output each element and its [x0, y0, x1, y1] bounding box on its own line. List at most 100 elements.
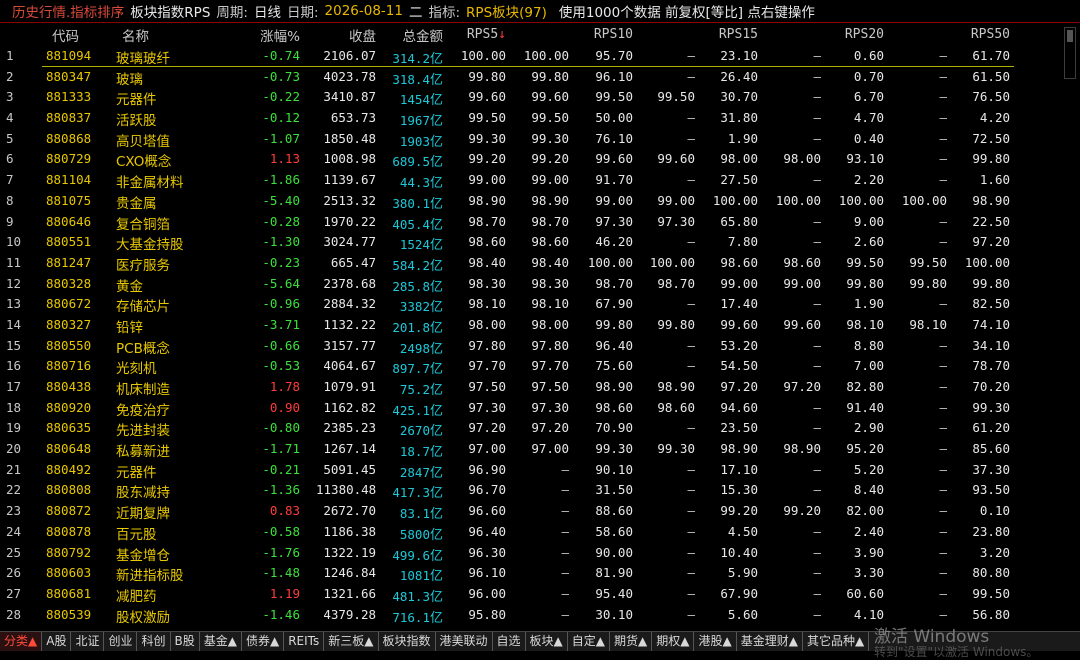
sector-name[interactable]: 大基金持股: [116, 233, 184, 253]
sector-code[interactable]: 881075: [46, 193, 91, 208]
table-row[interactable]: 11 881247 医疗服务 -0.23 665.47 584.2亿 98.40 98.40 1…: [0, 253, 1080, 274]
tab-11[interactable]: 港美联动: [436, 632, 493, 651]
sector-code[interactable]: 881333: [46, 89, 91, 104]
sector-name[interactable]: 机床制造: [116, 378, 170, 398]
sector-name[interactable]: 存储芯片: [116, 295, 170, 315]
table-row[interactable]: 23 880872 近期复牌 0.83 2672.70 83.1亿 96.60 — 88.60 —…: [0, 501, 1080, 522]
sector-name[interactable]: 免疫治疗: [116, 399, 170, 419]
tab-4[interactable]: 科创: [137, 632, 171, 651]
sector-code[interactable]: 881094: [46, 48, 91, 63]
sector-code[interactable]: 881104: [46, 172, 91, 187]
tab-2[interactable]: 北证: [71, 632, 105, 651]
sector-code[interactable]: 880716: [46, 358, 91, 373]
sector-code[interactable]: 880868: [46, 131, 91, 146]
sector-code[interactable]: 880672: [46, 296, 91, 311]
table-row[interactable]: 5 880868 高贝塔值 -1.07 1850.48 1903亿 99.30 99.30 76…: [0, 129, 1080, 150]
sector-name[interactable]: 高贝塔值: [116, 130, 170, 150]
sector-name[interactable]: 铅锌: [116, 316, 143, 336]
sector-name[interactable]: 黄金: [116, 275, 143, 295]
tab-0[interactable]: 分类▲: [0, 632, 43, 651]
sector-code[interactable]: 880920: [46, 400, 91, 415]
table-row[interactable]: 7 881104 非金属材料 -1.86 1139.67 44.3亿 99.00 99.00 9…: [0, 170, 1080, 191]
sector-code[interactable]: 880878: [46, 524, 91, 539]
sector-code[interactable]: 880328: [46, 276, 91, 291]
sector-name[interactable]: 先进封装: [116, 419, 170, 439]
sector-code[interactable]: 880492: [46, 462, 91, 477]
tab-6[interactable]: 基金▲: [200, 632, 242, 651]
table-row[interactable]: 25 880792 基金增仓 -1.76 1322.19 499.6亿 96.30 — 90.0…: [0, 543, 1080, 564]
period-value[interactable]: 日线: [254, 1, 281, 21]
tab-19[interactable]: 其它品种▲: [803, 632, 870, 651]
col-header-name[interactable]: 名称: [122, 25, 149, 45]
table-row[interactable]: 24 880878 百元股 -0.58 1186.38 5800亿 96.40 — 58.60 —…: [0, 522, 1080, 543]
sector-name[interactable]: 股东减持: [116, 481, 170, 501]
sector-name[interactable]: 私募新进: [116, 440, 170, 460]
sector-code[interactable]: 880681: [46, 586, 91, 601]
sector-name[interactable]: 新进指标股: [116, 564, 184, 584]
table-row[interactable]: 17 880438 机床制造 1.78 1079.91 75.2亿 97.50 97.50 98…: [0, 377, 1080, 398]
sector-code[interactable]: 880648: [46, 441, 91, 456]
table-row[interactable]: 3 881333 元器件 -0.22 3410.87 1454亿 99.60 99.60 99.…: [0, 87, 1080, 108]
sector-code[interactable]: 880539: [46, 607, 91, 622]
col-header-rps20[interactable]: RPS20: [819, 27, 884, 42]
table-row[interactable]: 4 880837 活跃股 -0.12 653.73 1967亿 99.50 99.50 50.0…: [0, 108, 1080, 129]
sector-name[interactable]: 减肥药: [116, 585, 157, 605]
tab-7[interactable]: 债券▲: [242, 632, 285, 651]
table-row[interactable]: 12 880328 黄金 -5.64 2378.68 285.8亿 98.30 98.30 98…: [0, 274, 1080, 295]
date-value[interactable]: 2026-08-11: [325, 3, 403, 19]
sector-name[interactable]: CXO概念: [116, 150, 171, 170]
tab-9[interactable]: 新三板▲: [324, 632, 379, 651]
col-header-rps10[interactable]: RPS10: [568, 27, 633, 42]
sector-name[interactable]: 非金属材料: [116, 171, 184, 191]
col-header-change[interactable]: 涨幅%: [250, 25, 300, 45]
tab-3[interactable]: 创业: [104, 632, 138, 651]
table-row[interactable]: 15 880550 PCB概念 -0.66 3157.77 2498亿 97.80 97.80…: [0, 336, 1080, 357]
col-header-rps5[interactable]: RPS5↓: [440, 27, 506, 42]
tab-18[interactable]: 基金理财▲: [737, 632, 803, 651]
sector-code[interactable]: 880646: [46, 214, 91, 229]
sector-name[interactable]: 玻璃: [116, 68, 143, 88]
table-row[interactable]: 14 880327 铅锌 -3.71 1132.22 201.8亿 98.00 98.00 99…: [0, 315, 1080, 336]
sector-code[interactable]: 880438: [46, 379, 91, 394]
table-row[interactable]: 13 880672 存储芯片 -0.96 2884.32 3382亿 98.10 98.10 6…: [0, 294, 1080, 315]
sector-name[interactable]: 活跃股: [116, 109, 157, 129]
tab-15[interactable]: 期货▲: [610, 632, 653, 651]
sector-code[interactable]: 881247: [46, 255, 91, 270]
sector-name[interactable]: 元器件: [116, 461, 157, 481]
col-header-rps15[interactable]: RPS15: [693, 27, 758, 42]
sector-code[interactable]: 880837: [46, 110, 91, 125]
table-row[interactable]: 1 881094 玻璃玻纤 -0.74 2106.07 314.2亿 100.00 100.0…: [0, 46, 1080, 67]
col-header-close[interactable]: 收盘: [316, 25, 376, 45]
sector-name[interactable]: PCB概念: [116, 337, 170, 357]
tab-13[interactable]: 板块▲: [526, 632, 568, 651]
sector-name[interactable]: 元器件: [116, 88, 157, 108]
sector-name[interactable]: 基金增仓: [116, 544, 170, 564]
tab-12[interactable]: 自选: [493, 632, 526, 651]
sector-code[interactable]: 880551: [46, 234, 91, 249]
table-row[interactable]: 16 880716 光刻机 -0.53 4064.67 897.7亿 97.70 97.70 7…: [0, 356, 1080, 377]
table-row[interactable]: 9 880646 复合铜箔 -0.28 1970.22 405.4亿 98.70 98.70 9…: [0, 212, 1080, 233]
sector-code[interactable]: 880872: [46, 503, 91, 518]
table-row[interactable]: 26 880603 新进指标股 -1.48 1246.84 1081亿 96.10 — 81.9…: [0, 563, 1080, 584]
tab-17[interactable]: 港股▲: [694, 632, 737, 651]
table-row[interactable]: 20 880648 私募新进 -1.71 1267.14 18.7亿 97.00 97.00 9…: [0, 439, 1080, 460]
sector-name[interactable]: 复合铜箔: [116, 213, 170, 233]
sector-name[interactable]: 医疗服务: [116, 254, 170, 274]
table-row[interactable]: 6 880729 CXO概念 1.13 1008.98 689.5亿 99.20 99.20 9…: [0, 149, 1080, 170]
sector-name[interactable]: 光刻机: [116, 357, 157, 377]
table-row[interactable]: 8 881075 贵金属 -5.40 2513.32 380.1亿 98.90 98.90 99…: [0, 191, 1080, 212]
indicator-value[interactable]: RPS板块(97): [466, 1, 547, 21]
tab-5[interactable]: B股: [171, 632, 200, 651]
sector-name[interactable]: 百元股: [116, 523, 157, 543]
sector-name[interactable]: 近期复牌: [116, 502, 170, 522]
col-header-rps50[interactable]: RPS50: [945, 27, 1010, 42]
table-row[interactable]: 27 880681 减肥药 1.19 1321.66 481.3亿 96.00 — 95.40 —…: [0, 584, 1080, 605]
sector-name[interactable]: 贵金属: [116, 192, 157, 212]
table-row[interactable]: 18 880920 免疫治疗 0.90 1162.82 425.1亿 97.30 97.30 9…: [0, 398, 1080, 419]
tab-8[interactable]: REITs: [284, 632, 325, 651]
sector-code[interactable]: 880792: [46, 545, 91, 560]
sector-name[interactable]: 股权激励: [116, 606, 170, 626]
table-row[interactable]: 2 880347 玻璃 -0.73 4023.78 318.4亿 99.80 99.80 96.…: [0, 67, 1080, 88]
tab-14[interactable]: 自定▲: [568, 632, 611, 651]
sector-code[interactable]: 880808: [46, 482, 91, 497]
